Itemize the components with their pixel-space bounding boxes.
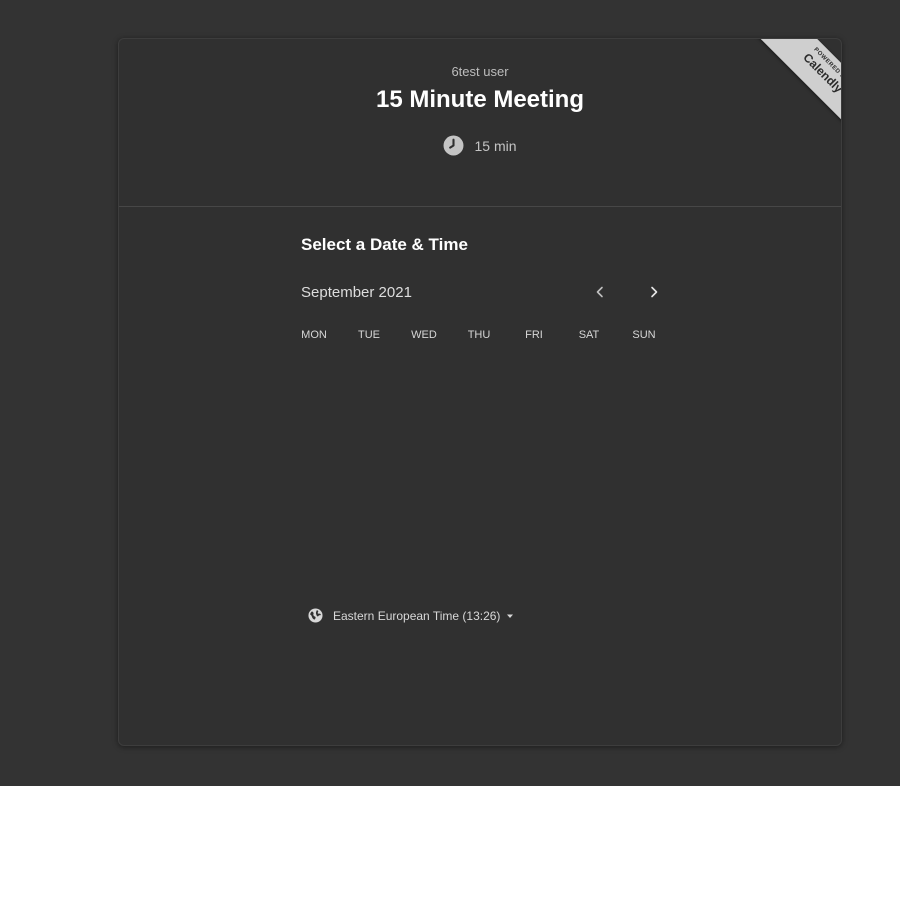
clock-icon: [443, 135, 464, 156]
chevron-left-icon: [596, 286, 603, 298]
weekday-fri: FRI: [525, 329, 543, 341]
next-month-button[interactable]: [641, 279, 667, 305]
previous-month-button[interactable]: [587, 279, 613, 305]
weekday-sat: SAT: [578, 329, 600, 341]
duration-label: 15 min: [474, 137, 517, 154]
chevron-right-icon: [651, 286, 658, 298]
timezone-label: Eastern European Time (13:26): [333, 608, 501, 623]
weekday-tue: TUE: [358, 329, 380, 341]
section-title: Select a Date & Time: [301, 235, 468, 254]
timezone-selector[interactable]: Eastern European Time (13:26): [308, 608, 514, 623]
caret-down-icon: [507, 614, 514, 618]
month-label: September 2021: [301, 284, 412, 301]
weekday-thu: THU: [467, 329, 491, 341]
weekday-sun: SUN: [632, 329, 656, 341]
powered-by-ribbon[interactable]: POWERED BY Calendly: [733, 39, 841, 131]
weekday-header: MON TUE WED THU FRI SAT SUN: [292, 329, 692, 345]
ribbon-badge[interactable]: POWERED BY Calendly: [738, 39, 841, 131]
scheduling-card: 6test user 15 Minute Meeting 15 min POWE…: [118, 38, 842, 746]
weekday-mon: MON: [301, 329, 327, 341]
globe-icon: [308, 608, 323, 623]
event-duration: 15 min: [119, 135, 841, 156]
weekday-wed: WED: [411, 329, 437, 341]
